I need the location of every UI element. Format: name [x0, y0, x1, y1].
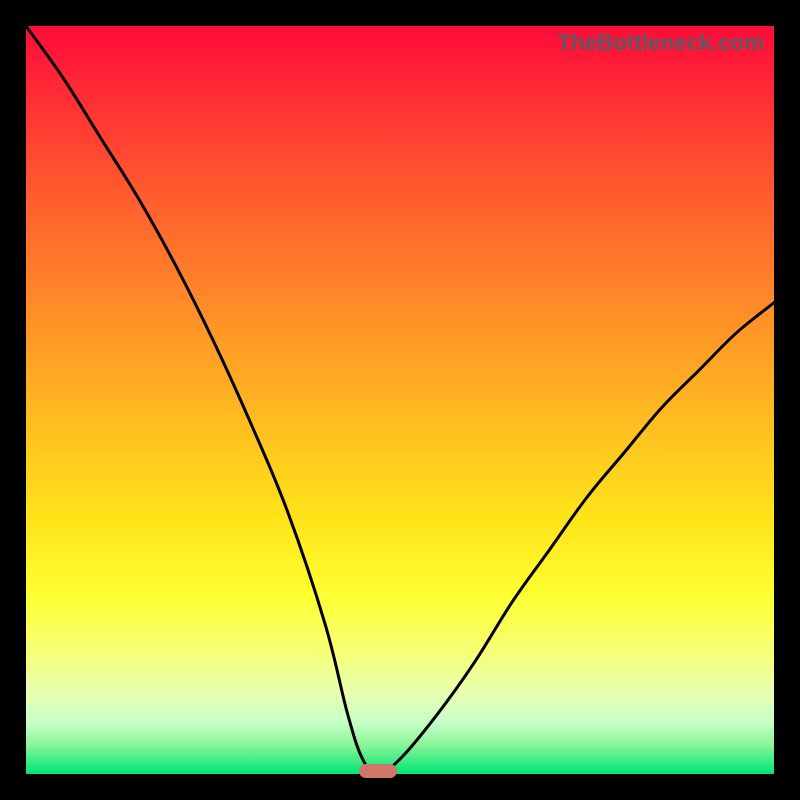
watermark-text: TheBottleneck.com: [558, 30, 764, 56]
plot-area: TheBottleneck.com: [26, 26, 774, 774]
minimum-marker: [359, 764, 397, 778]
curve-path: [26, 26, 774, 774]
bottleneck-curve: [26, 26, 774, 774]
chart-frame: TheBottleneck.com: [0, 0, 800, 800]
